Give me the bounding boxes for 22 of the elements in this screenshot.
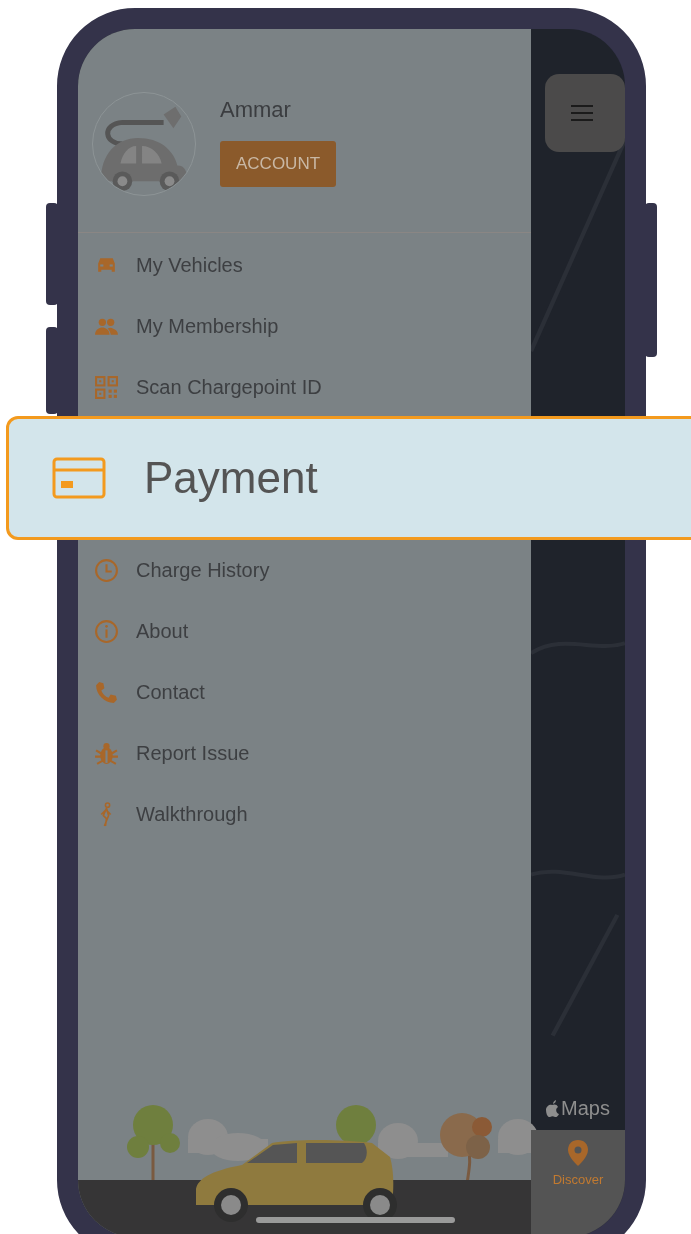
user-name: Ammar — [220, 97, 291, 123]
menu-item[interactable]: Report Issue — [94, 723, 531, 784]
info-icon — [94, 619, 119, 644]
phone-icon — [94, 680, 119, 705]
maps-attribution: Maps — [545, 1097, 625, 1130]
qr-code-icon — [94, 375, 119, 400]
menu-item[interactable]: About — [94, 601, 531, 662]
menu-item[interactable]: Contact — [94, 662, 531, 723]
clock-icon — [94, 558, 119, 583]
menu-item[interactable]: My Vehicles — [94, 235, 531, 296]
pin-icon — [568, 1140, 588, 1166]
menu-icon — [571, 104, 593, 122]
menu-button[interactable] — [545, 74, 625, 152]
card-icon — [52, 457, 106, 499]
logo-icon — [545, 1100, 559, 1117]
bug-icon — [94, 741, 119, 766]
menu-item[interactable]: My Membership — [94, 296, 531, 357]
menu-item[interactable]: Charge History — [94, 540, 531, 601]
payment-callout[interactable]: Payment — [6, 416, 691, 540]
menu-item[interactable]: Walkthrough — [94, 784, 531, 845]
menu-item[interactable]: Scan Chargepoint ID — [94, 357, 531, 418]
account-button[interactable]: ACCOUNT — [220, 141, 337, 187]
